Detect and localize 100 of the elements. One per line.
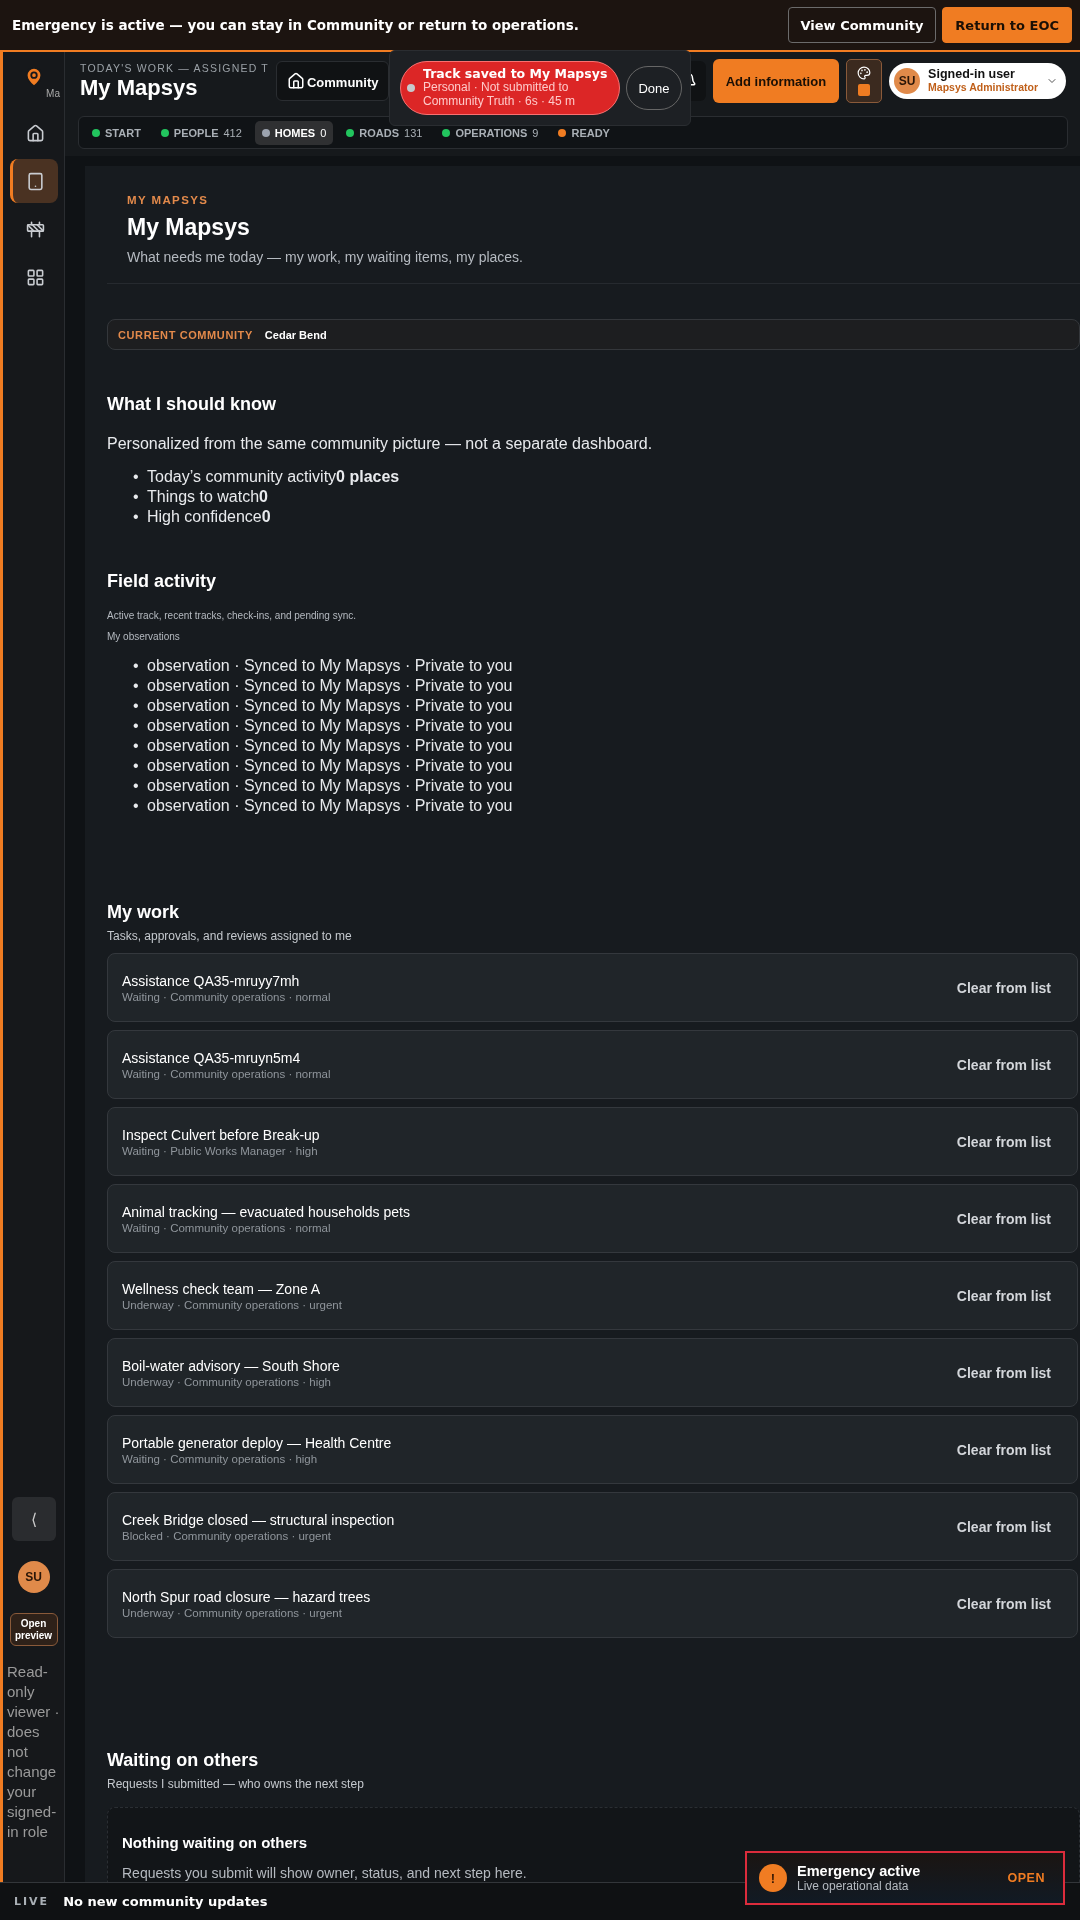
work-item-title: Portable generator deploy — Health Centre <box>122 1434 393 1451</box>
summary-item: High confidence0 <box>147 507 271 527</box>
section-tab[interactable]: PEOPLE 412 <box>153 120 249 145</box>
live-label: LIVE <box>14 1895 50 1908</box>
clear-button[interactable]: Clear from list <box>944 1358 1063 1387</box>
section-tab[interactable]: START <box>85 120 148 145</box>
list-bullet: • <box>133 696 139 716</box>
toast-title: Track saved to My Mapsys <box>423 67 609 82</box>
avatar[interactable]: SU <box>17 1561 50 1593</box>
add-information-button[interactable]: Add information <box>712 59 840 103</box>
observation-item: observation · Synced to My Mapsys · Private to you <box>147 756 513 776</box>
status-dot-icon <box>407 84 415 92</box>
work-item-meta: Waiting · Community operations · normal <box>122 1067 332 1080</box>
clear-button[interactable]: Clear from list <box>944 1204 1063 1233</box>
work-item-meta: Blocked · Community operations · urgent <box>122 1529 332 1542</box>
section-tab[interactable]: HOMES 0 <box>254 120 334 145</box>
sidebar-item[interactable] <box>9 159 58 203</box>
list-bullet: • <box>133 776 139 796</box>
clear-button[interactable]: Clear from list <box>944 1589 1063 1618</box>
toast-detail: Personal · Not submitted to Community Truth · 6s · 45 m <box>423 81 576 109</box>
open-preview-button[interactable]: Open preview <box>9 1613 58 1646</box>
swatch-icon <box>858 84 871 96</box>
work-item-title: Creek Bridge closed — structural inspection <box>122 1511 396 1528</box>
section-tab[interactable]: ROADS 131 <box>339 120 430 145</box>
section-intro: Active track, recent tracks, check-ins, and pending sync. <box>107 610 357 621</box>
section-intro: Tasks, approvals, and reviews assigned to me <box>107 929 353 943</box>
list-bullet: • <box>133 507 139 527</box>
list-bullet: • <box>133 487 139 507</box>
open-button[interactable]: OPEN <box>1001 1870 1051 1886</box>
status-message: No new community updates <box>63 1894 268 1909</box>
clear-button[interactable]: Clear from list <box>944 1435 1063 1464</box>
clear-button[interactable]: Clear from list <box>944 1512 1063 1541</box>
return-button[interactable]: Return to EOC <box>942 7 1072 43</box>
observation-item: observation · Synced to My Mapsys · Private to you <box>147 736 513 756</box>
summary-item: Today’s community activity0 places <box>147 467 400 487</box>
observation-item: observation · Synced to My Mapsys · Private to you <box>147 656 513 676</box>
user-menu[interactable]: SU Signed-in user Mapsys Administrator <box>889 63 1066 99</box>
collapse-button[interactable]: ⟨ <box>11 1497 56 1541</box>
work-item-title: Assistance QA35-mruyn5m4 <box>122 1049 302 1066</box>
work-item-title: Assistance QA35-mruyy7mh <box>122 972 301 989</box>
work-item-meta: Underway · Community operations · urgent <box>122 1606 343 1619</box>
toast-subtitle: Live operational data <box>797 1879 910 1893</box>
header-eyebrow: TODAY'S WORK — ASSIGNED T <box>80 61 269 75</box>
brand-text: Ma <box>46 88 60 99</box>
work-item-title: North Spur road closure — hazard trees <box>122 1588 372 1605</box>
work-item-meta: Waiting · Community operations · high <box>122 1452 319 1465</box>
page-eyebrow: MY MAPSYS <box>127 194 210 206</box>
community-label: CURRENT COMMUNITY <box>118 328 253 341</box>
observation-item: observation · Synced to My Mapsys · Private to you <box>147 776 513 796</box>
summary-item: Things to watch0 <box>147 487 268 507</box>
work-item-title: Boil-water advisory — South Shore <box>122 1357 341 1374</box>
section-intro: Requests I submitted — who owns the next step <box>107 1777 365 1791</box>
home-icon <box>25 123 45 143</box>
header-title: My Mapsys <box>80 75 198 101</box>
observation-item: observation · Synced to My Mapsys · Private to you <box>147 676 513 696</box>
list-label: My observations <box>107 631 181 642</box>
emergency-message: Emergency is active — you can stay in Community or return to operations. <box>12 17 580 33</box>
list-bullet: • <box>133 716 139 736</box>
clear-button[interactable]: Clear from list <box>944 1050 1063 1079</box>
work-item-meta: Waiting · Community operations · normal <box>122 1221 332 1234</box>
list-bullet: • <box>133 756 139 776</box>
observation-item: observation · Synced to My Mapsys · Private to you <box>147 696 513 716</box>
page-subtitle: What needs me today — my work, my waiting items, my places. <box>127 249 524 265</box>
list-bullet: • <box>133 796 139 816</box>
work-item-meta: Underway · Community operations · urgent <box>122 1298 343 1311</box>
tablet-icon <box>25 171 45 191</box>
section-title: My work <box>107 902 181 923</box>
page-title: My Mapsys <box>127 214 251 241</box>
list-bullet: • <box>133 467 139 487</box>
clear-button[interactable]: Clear from list <box>944 1127 1063 1156</box>
clear-button[interactable]: Clear from list <box>944 1281 1063 1310</box>
list-bullet: • <box>133 656 139 676</box>
section-tab[interactable]: OPERATIONS 9 <box>435 120 546 145</box>
viewer-note: Read-only viewer · does not change your signed-in role <box>7 1662 61 1842</box>
palette-icon <box>857 66 872 80</box>
list-bullet: • <box>133 736 139 756</box>
done-button[interactable]: Done <box>626 66 682 110</box>
view-community-button[interactable]: View Community <box>787 7 937 43</box>
list-bullet: • <box>133 676 139 696</box>
work-item-meta: Underway · Community operations · high <box>122 1375 332 1388</box>
work-item-title: Wellness check team — Zone A <box>122 1280 322 1297</box>
observation-item: observation · Synced to My Mapsys · Private to you <box>147 796 513 816</box>
toast-title: Emergency active <box>797 1863 922 1879</box>
work-item-meta: Waiting · Public Works Manager · high <box>122 1144 319 1157</box>
avatar: SU <box>894 68 921 94</box>
work-item-meta: Waiting · Community operations · normal <box>122 990 332 1003</box>
empty-title: Nothing waiting on others <box>122 1834 308 1851</box>
user-role: Mapsys Administrator <box>928 82 1038 94</box>
community-button[interactable]: Community <box>275 61 390 101</box>
work-item-title: Inspect Culvert before Break-up <box>122 1126 321 1143</box>
grid-icon <box>25 267 45 287</box>
clear-button[interactable]: Clear from list <box>944 973 1063 1002</box>
home-icon <box>286 72 305 90</box>
user-name: Signed-in user <box>928 68 1016 83</box>
barrier-icon <box>25 219 45 239</box>
section-title: What I should know <box>107 394 277 415</box>
section-tab[interactable]: READY <box>551 120 617 145</box>
theme-button[interactable] <box>846 59 883 103</box>
work-item-title: Animal tracking — evacuated households pets <box>122 1203 411 1220</box>
section-intro: Personalized from the same community picture — not a separate dashboard. <box>107 435 654 453</box>
